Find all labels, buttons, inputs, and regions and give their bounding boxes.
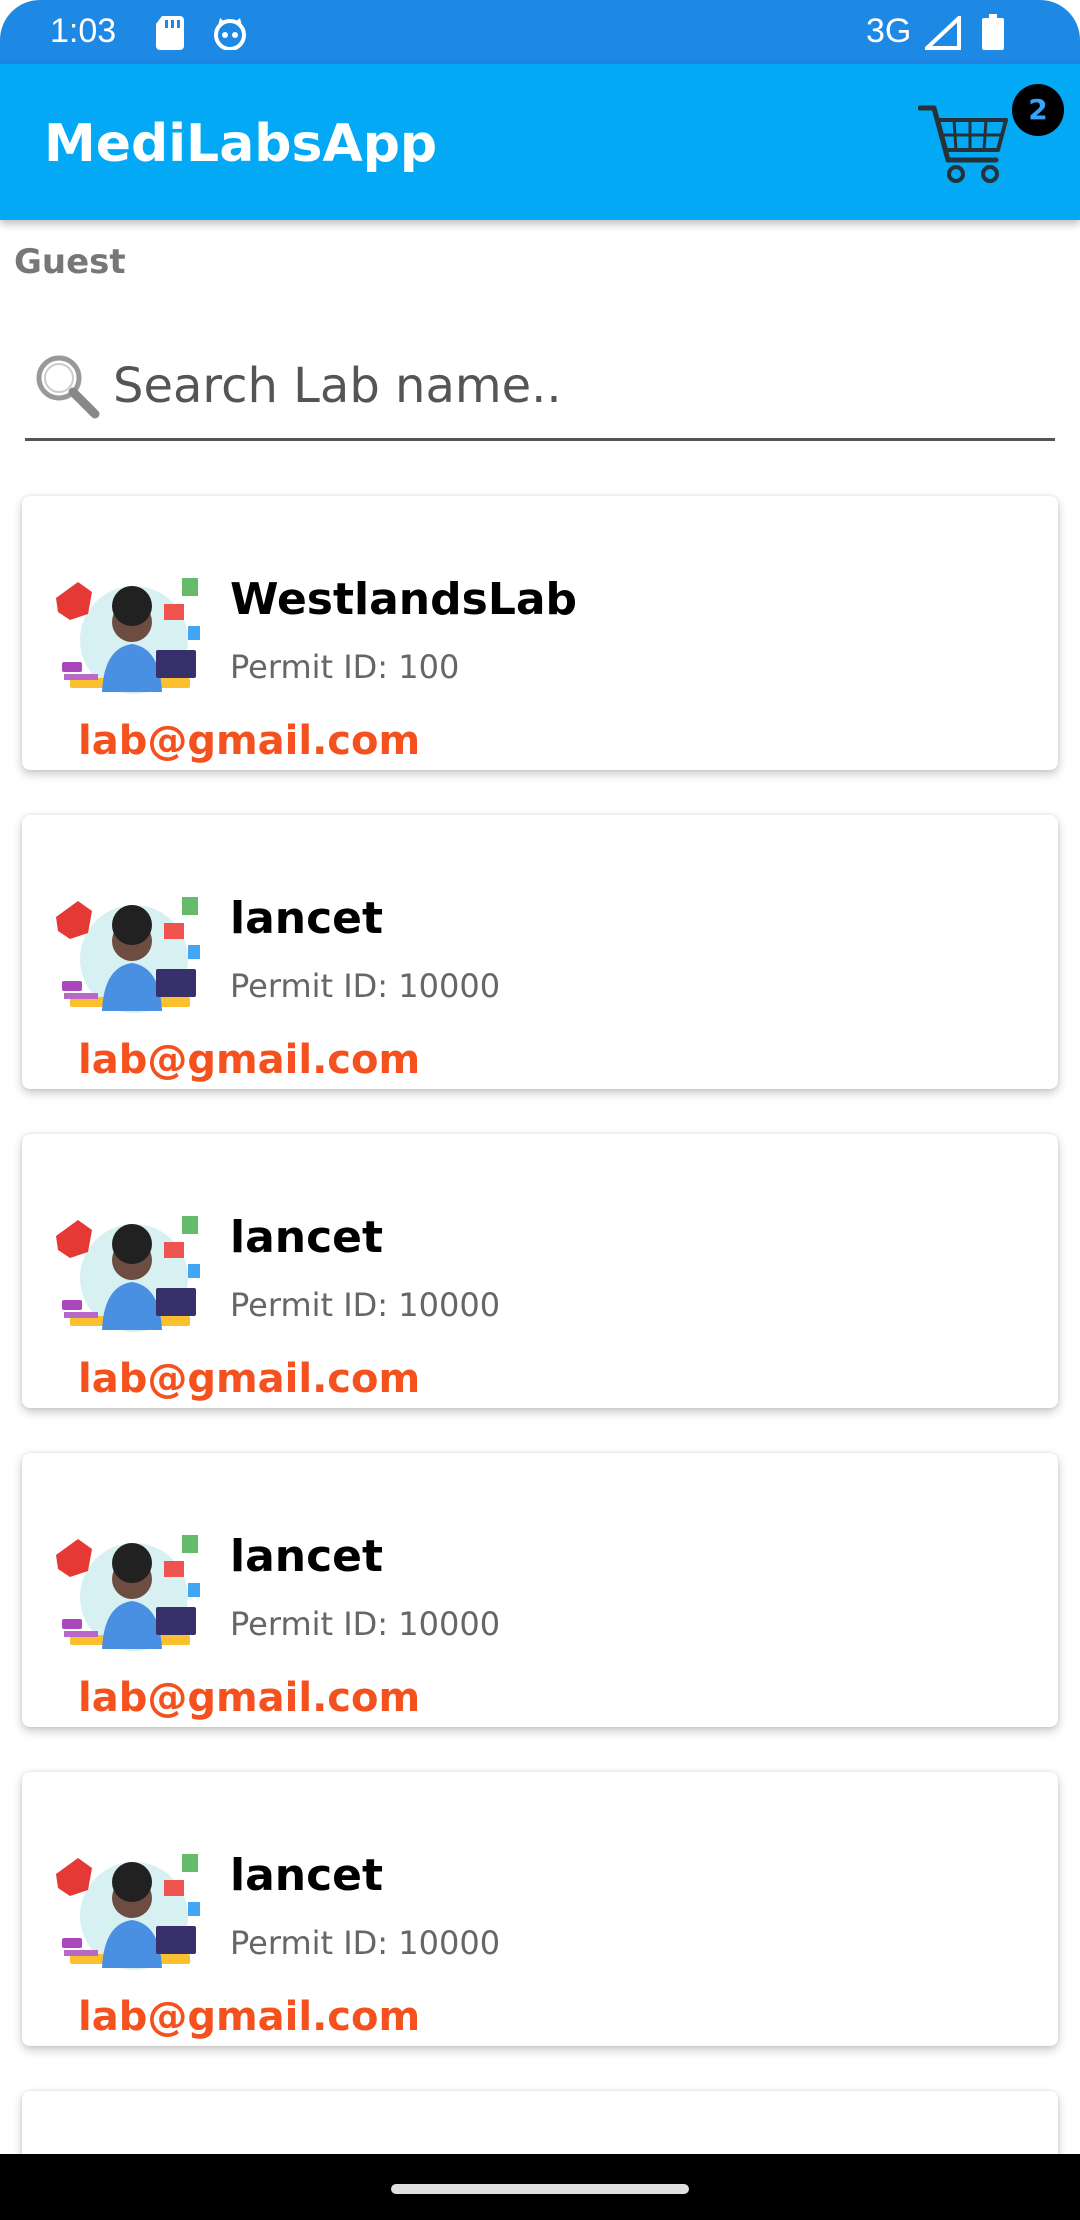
lab-email: lab@gmail.com bbox=[78, 1356, 421, 1402]
lab-avatar-icon bbox=[56, 1854, 200, 1970]
lab-card[interactable]: lancet Permit ID: 10000 lab@gmail.com bbox=[22, 1453, 1058, 1727]
lab-email: lab@gmail.com bbox=[78, 718, 421, 764]
lab-name: lancet bbox=[230, 893, 384, 944]
lab-avatar-icon bbox=[56, 578, 200, 694]
lab-card[interactable]: WestlandsLab Permit ID: 100 lab@gmail.co… bbox=[22, 496, 1058, 770]
lab-avatar-icon bbox=[56, 1216, 200, 1332]
app-bar: MediLabsApp 2 bbox=[0, 64, 1080, 220]
lab-avatar-icon bbox=[56, 1535, 200, 1651]
search-icon bbox=[36, 355, 100, 419]
lab-permit-id: Permit ID: 10000 bbox=[230, 967, 501, 1005]
lab-email: lab@gmail.com bbox=[78, 1994, 421, 2040]
lab-permit-id: Permit ID: 10000 bbox=[230, 1924, 501, 1962]
lab-card[interactable]: lancet Permit ID: 10000 lab@gmail.com bbox=[22, 1772, 1058, 2046]
lab-name: lancet bbox=[230, 1531, 384, 1582]
lab-email: lab@gmail.com bbox=[78, 1037, 421, 1083]
cart-icon[interactable] bbox=[918, 102, 1010, 184]
lab-card[interactable]: lancet Permit ID: 10000 lab@gmail.com bbox=[22, 815, 1058, 1089]
lab-name: WestlandsLab bbox=[230, 574, 578, 625]
lab-name: lancet bbox=[230, 1850, 384, 1901]
lab-permit-id: Permit ID: 10000 bbox=[230, 1286, 501, 1324]
app-title: MediLabsApp bbox=[44, 114, 438, 174]
search-input[interactable] bbox=[111, 350, 1035, 422]
cat-icon bbox=[214, 18, 246, 50]
battery-icon bbox=[982, 14, 1004, 50]
lab-list: WestlandsLab Permit ID: 100 lab@gmail.co… bbox=[22, 496, 1058, 2171]
sd-card-icon bbox=[156, 16, 184, 50]
cart-badge[interactable]: 2 bbox=[1012, 84, 1064, 136]
lab-email: lab@gmail.com bbox=[78, 1675, 421, 1721]
lab-avatar-icon bbox=[56, 897, 200, 1013]
lab-card[interactable]: lancet Permit ID: 10000 lab@gmail.com bbox=[22, 1134, 1058, 1408]
lab-name: lancet bbox=[230, 1212, 384, 1263]
network-type: 3G bbox=[866, 12, 912, 50]
signal-icon bbox=[925, 16, 961, 50]
home-handle[interactable] bbox=[391, 2184, 689, 2194]
user-label: Guest bbox=[14, 242, 126, 282]
status-time: 1:03 bbox=[50, 12, 117, 50]
system-nav-bar bbox=[0, 2154, 1080, 2220]
lab-permit-id: Permit ID: 10000 bbox=[230, 1605, 501, 1643]
status-bar: 1:03 3G bbox=[0, 0, 1080, 64]
search-bar bbox=[25, 340, 1055, 441]
lab-permit-id: Permit ID: 100 bbox=[230, 648, 460, 686]
